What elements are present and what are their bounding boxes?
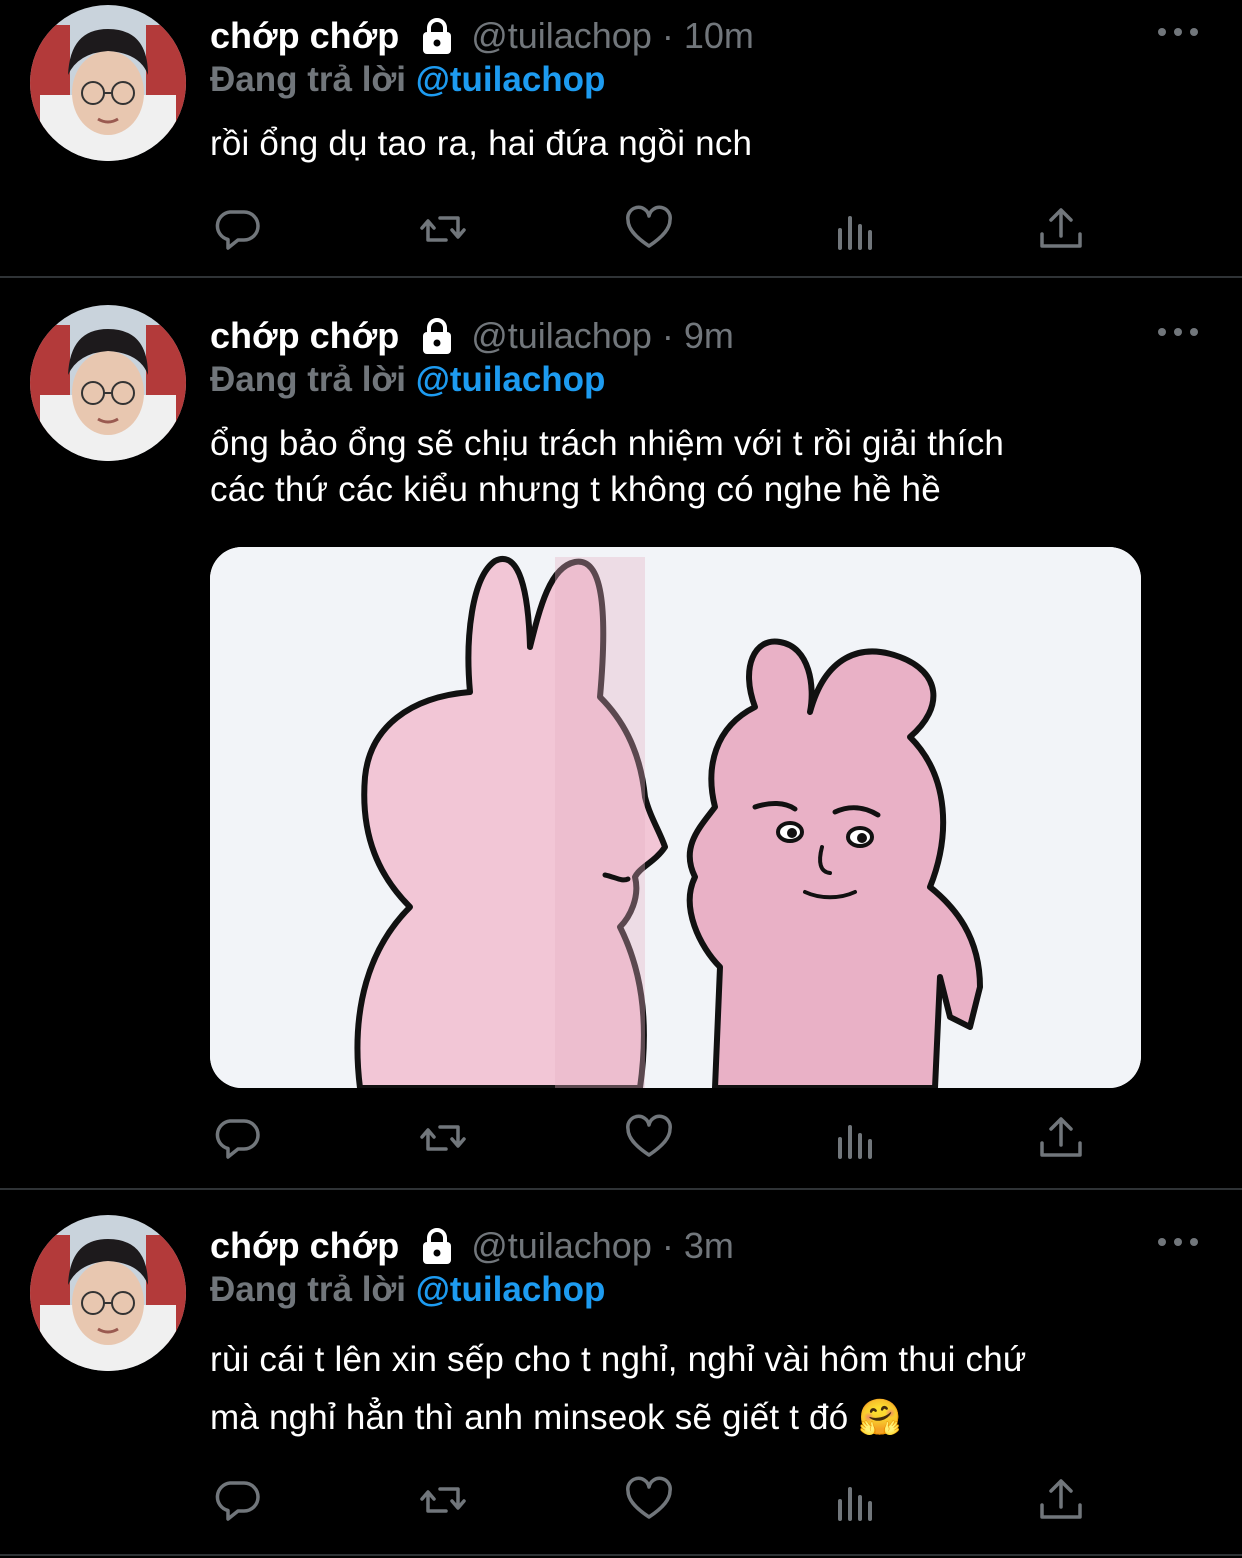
action-bar (210, 1113, 1090, 1163)
reply-context: Đang trả lời @tuilachop (210, 360, 605, 400)
reply-icon[interactable] (212, 204, 262, 254)
analytics-icon[interactable] (830, 204, 880, 254)
display-name[interactable]: chớp chớp (210, 15, 399, 57)
like-icon[interactable] (624, 204, 674, 254)
tweet-media-image[interactable] (210, 547, 1141, 1088)
user-handle[interactable]: @tuilachop (471, 315, 652, 357)
timestamp[interactable]: 3m (684, 1225, 734, 1267)
avatar[interactable] (30, 1215, 186, 1371)
analytics-icon[interactable] (830, 1113, 880, 1163)
reply-context: Đang trả lời @tuilachop (210, 1270, 605, 1310)
user-handle[interactable]: @tuilachop (471, 15, 652, 57)
share-icon[interactable] (1036, 204, 1086, 254)
share-icon[interactable] (1036, 1475, 1086, 1525)
reply-prefix: Đang trả lời (210, 60, 416, 99)
lock-icon (417, 1226, 457, 1266)
display-name[interactable]: chớp chớp (210, 1225, 399, 1267)
more-icon[interactable] (1158, 22, 1198, 42)
retweet-icon[interactable] (418, 1113, 468, 1163)
tweet-text: ổng bảo ổng sẽ chịu trách nhiệm với t rồ… (210, 421, 1182, 513)
tweet[interactable]: chớp chớp @tuilachop · 9m Đang trả lời @… (0, 278, 1242, 1190)
separator-dot: · (661, 315, 674, 356)
reply-icon[interactable] (212, 1475, 262, 1525)
tweet-text-line: ổng bảo ổng sẽ chịu trách nhiệm với t rồ… (210, 424, 1005, 463)
retweet-icon[interactable] (418, 204, 468, 254)
tweet[interactable]: chớp chớp @tuilachop · 10m Đang trả lời … (0, 0, 1242, 278)
reply-mention[interactable]: @tuilachop (416, 60, 606, 99)
more-icon[interactable] (1158, 1232, 1198, 1252)
avatar[interactable] (30, 5, 186, 161)
timestamp[interactable]: 10m (684, 15, 754, 57)
tweet-text-line: mà nghỉ hẳn thì anh minseok sẽ giết t đó… (210, 1398, 903, 1437)
reply-prefix: Đang trả lời (210, 1270, 416, 1309)
tweet[interactable]: chớp chớp @tuilachop · 3m Đang trả lời @… (0, 1190, 1242, 1556)
analytics-icon[interactable] (830, 1475, 880, 1525)
timestamp[interactable]: 9m (684, 315, 734, 357)
like-icon[interactable] (624, 1113, 674, 1163)
more-icon[interactable] (1158, 322, 1198, 342)
action-bar (210, 204, 1090, 254)
tweet-text-line: các thứ các kiểu nhưng t không có nghe h… (210, 470, 941, 509)
display-name[interactable]: chớp chớp (210, 315, 399, 357)
separator-dot: · (661, 15, 674, 56)
tweet-text: rồi ổng dụ tao ra, hai đứa ngồi nch (210, 124, 753, 163)
user-handle[interactable]: @tuilachop (471, 1225, 652, 1267)
reply-icon[interactable] (212, 1113, 262, 1163)
reply-prefix: Đang trả lời (210, 360, 416, 399)
reply-mention[interactable]: @tuilachop (416, 1270, 606, 1309)
separator-dot: · (661, 1225, 674, 1266)
lock-icon (417, 16, 457, 56)
like-icon[interactable] (624, 1475, 674, 1525)
action-bar (210, 1475, 1090, 1525)
retweet-icon[interactable] (418, 1475, 468, 1525)
lock-icon (417, 316, 457, 356)
tweet-text: rùi cái t lên xin sếp cho t nghỉ, nghỉ v… (210, 1331, 1182, 1447)
reply-mention[interactable]: @tuilachop (416, 360, 606, 399)
tweet-text-line: rùi cái t lên xin sếp cho t nghỉ, nghỉ v… (210, 1340, 1027, 1379)
share-icon[interactable] (1036, 1113, 1086, 1163)
avatar[interactable] (30, 305, 186, 461)
reply-context: Đang trả lời @tuilachop (210, 60, 605, 100)
